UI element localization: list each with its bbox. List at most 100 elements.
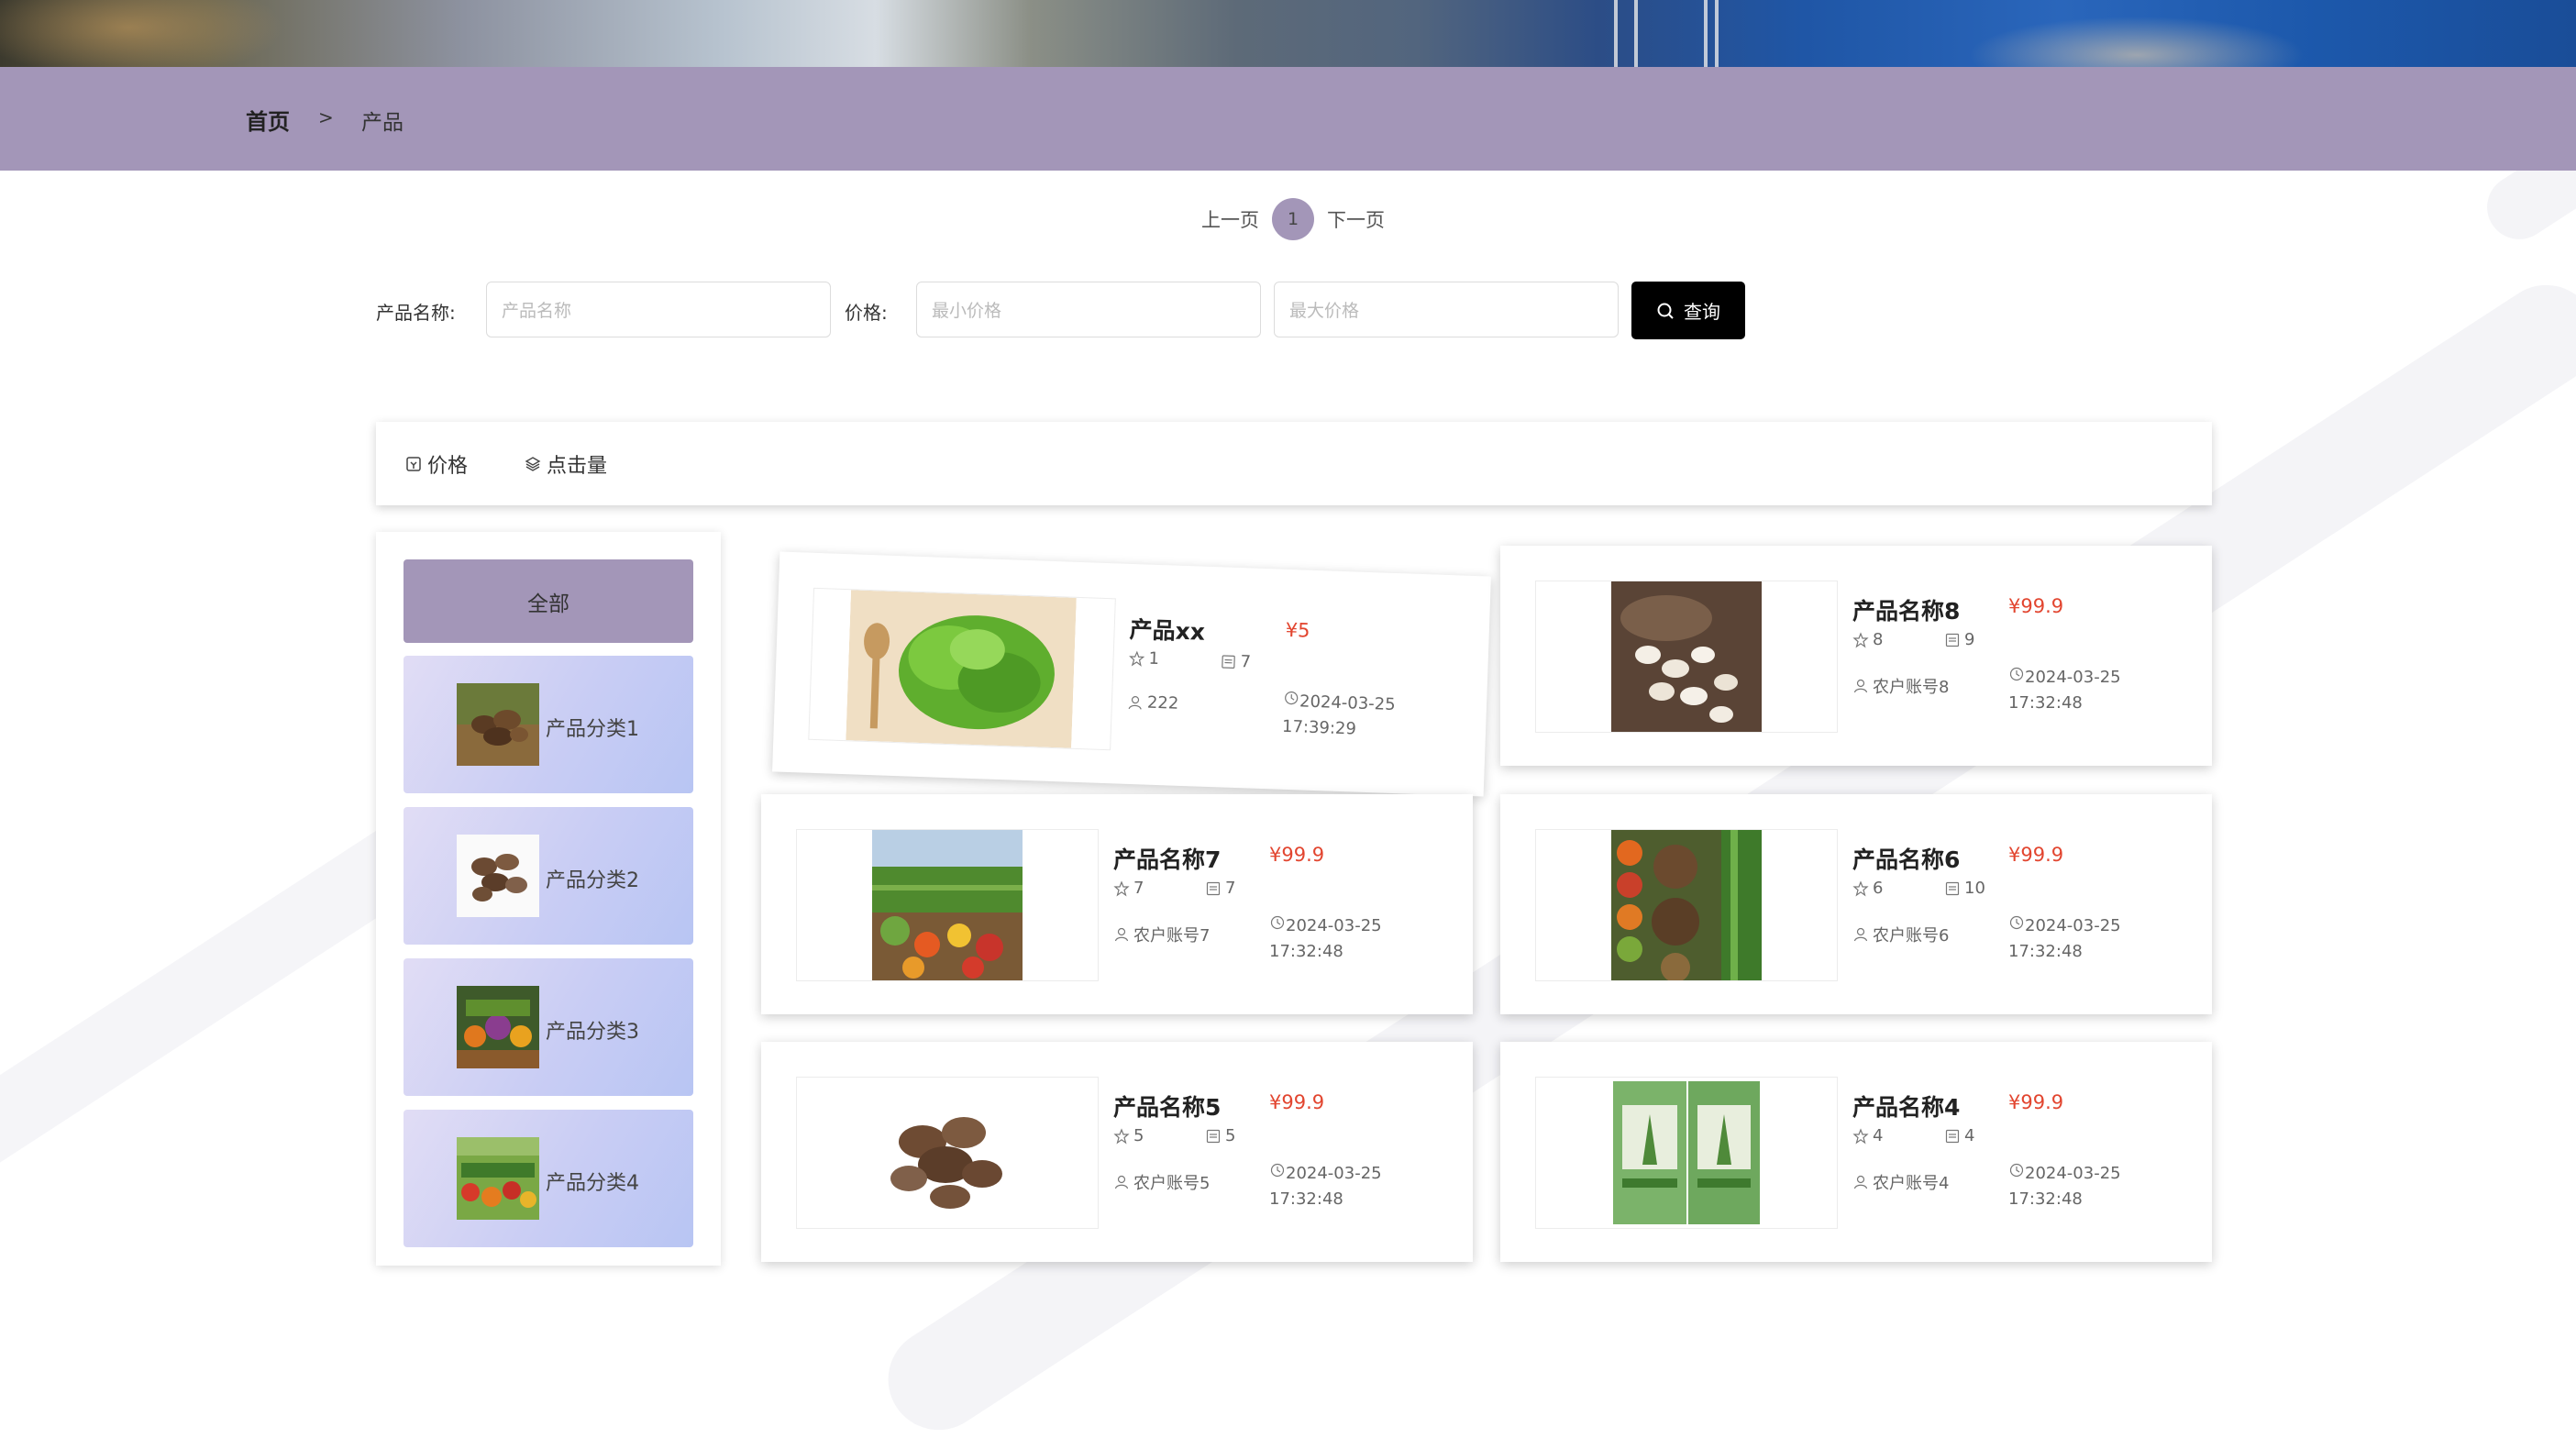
product-owner-value: 农户账号6 (1873, 923, 1949, 946)
product-image-frame (1535, 1077, 1838, 1229)
product-date: 2024-03-25 (1286, 916, 1382, 935)
star-icon (1113, 880, 1130, 897)
favorite-count-value: 1 (1148, 649, 1159, 669)
favorite-count-value: 5 (1133, 1126, 1144, 1145)
product-card[interactable]: 产品名称5 ¥99.9 5 5 农户账号5 2024-03-25 17:32:4… (761, 1042, 1473, 1262)
product-price: ¥99.9 (1269, 1091, 1324, 1113)
product-price: ¥99.9 (2008, 595, 2063, 617)
product-name: 产品名称5 (1113, 1090, 1221, 1123)
category-item[interactable]: 产品分类4 (404, 1110, 693, 1247)
comment-count-value: 5 (1225, 1126, 1235, 1145)
comment-count-value: 7 (1240, 652, 1251, 671)
lettuce-image (846, 590, 1077, 747)
shiitake-image (872, 1078, 1023, 1228)
sort-by-price[interactable]: 价格 (405, 449, 468, 479)
favorite-count: 8 (1852, 630, 1883, 649)
breadcrumb-home-link[interactable]: 首页 (246, 104, 290, 136)
comment-count: 10 (1944, 879, 1985, 898)
breadcrumb-current: 产品 (361, 105, 404, 136)
product-name: 产品名称7 (1113, 842, 1221, 875)
max-price-placeholder: 最大价格 (1289, 297, 1359, 322)
comment-count: 7 (1205, 879, 1235, 898)
sort-price-label: 价格 (427, 449, 468, 479)
comment-icon (1205, 880, 1222, 897)
vegetable-field-image (872, 830, 1023, 980)
category-item[interactable]: 产品分类3 (404, 958, 693, 1096)
category-all-button[interactable]: 全部 (404, 559, 693, 643)
star-icon (1852, 880, 1869, 897)
produce-baskets-image (1611, 830, 1762, 980)
product-time: 17:32:48 (2008, 693, 2083, 713)
sort-by-clicks[interactable]: 点击量 (525, 449, 607, 479)
comment-icon (1944, 1128, 1961, 1145)
comment-count-value: 10 (1964, 879, 1985, 898)
product-time: 17:39:29 (1282, 717, 1357, 739)
product-date: 2024-03-25 (2025, 916, 2121, 935)
search-icon (1656, 302, 1675, 320)
product-price: ¥99.9 (2008, 1091, 2063, 1113)
product-card[interactable]: 产品名称7 ¥99.9 7 7 农户账号7 2024-03-25 17:32:4… (761, 794, 1473, 1014)
product-time: 17:32:48 (1269, 1189, 1343, 1209)
price-tag-icon (405, 456, 422, 472)
product-owner: 农户账号6 (1852, 923, 1949, 946)
next-page-button[interactable]: 下一页 (1327, 205, 1385, 233)
star-icon (1113, 1128, 1130, 1145)
product-price: ¥99.9 (2008, 844, 2063, 866)
banner-post (1704, 0, 1708, 67)
user-icon (1127, 693, 1144, 711)
product-card[interactable]: 产品xx ¥5 1 7 222 2024-03-25 17:39:29 (772, 552, 1491, 797)
product-image-frame (808, 588, 1116, 750)
product-card[interactable]: 产品名称4 ¥99.9 4 4 农户账号4 2024-03-25 17:32:4… (1500, 1042, 2212, 1262)
product-timestamp: 2024-03-25 17:39:29 (1282, 689, 1396, 744)
comment-count-value: 4 (1964, 1126, 1974, 1145)
user-icon (1113, 1174, 1130, 1190)
favorite-count: 6 (1852, 879, 1883, 898)
favorite-count-value: 8 (1873, 630, 1883, 649)
product-name: 产品名称4 (1852, 1090, 1960, 1123)
product-date: 2024-03-25 (2025, 668, 2121, 687)
favorite-count: 4 (1852, 1126, 1883, 1145)
product-owner: 农户账号4 (1852, 1170, 1949, 1194)
product-price: ¥5 (1285, 619, 1310, 642)
product-timestamp: 2024-03-25 17:32:48 (2008, 665, 2121, 716)
product-timestamp: 2024-03-25 17:32:48 (1269, 1161, 1382, 1212)
product-time: 17:32:48 (1269, 942, 1343, 961)
product-card[interactable]: 产品名称8 ¥99.9 8 9 农户账号8 2024-03-25 17:32:4… (1500, 546, 2212, 766)
product-card[interactable]: 产品名称6 ¥99.9 6 10 农户账号6 2024-03-25 17:32:… (1500, 794, 2212, 1014)
category-item[interactable]: 产品分类1 (404, 656, 693, 793)
comment-count: 4 (1944, 1126, 1974, 1145)
page-number-button[interactable]: 1 (1272, 198, 1314, 240)
banner-post (1715, 0, 1719, 67)
price-label: 价格: (845, 298, 888, 325)
prev-page-button[interactable]: 上一页 (1201, 205, 1259, 233)
product-name-placeholder: 产品名称 (502, 297, 571, 322)
product-timestamp: 2024-03-25 17:32:48 (1269, 913, 1382, 965)
sort-clicks-label: 点击量 (547, 449, 607, 479)
product-name: 产品xx (1129, 612, 1205, 647)
product-image-frame (796, 1077, 1099, 1229)
favorite-count: 1 (1128, 648, 1159, 669)
favorite-count: 5 (1113, 1126, 1144, 1145)
min-price-input[interactable]: 最小价格 (916, 282, 1261, 337)
product-name-label: 产品名称: (376, 298, 456, 325)
category-item[interactable]: 产品分类2 (404, 807, 693, 945)
packaged-product-image (1611, 1078, 1762, 1228)
product-date: 2024-03-25 (1286, 1164, 1382, 1183)
comment-icon (1220, 653, 1237, 670)
favorite-count: 7 (1113, 879, 1144, 898)
category-label: 产品分类4 (546, 1167, 639, 1196)
max-price-input[interactable]: 最大价格 (1274, 282, 1619, 337)
pagination: 上一页 1 下一页 (1201, 198, 1385, 240)
user-icon (1852, 1174, 1869, 1190)
product-image-frame (1535, 829, 1838, 981)
clock-icon (2008, 914, 2025, 931)
product-name-input[interactable]: 产品名称 (486, 282, 831, 337)
clock-icon (1269, 914, 1286, 931)
product-price: ¥99.9 (1269, 844, 1324, 866)
product-image-frame (1535, 581, 1838, 733)
search-button[interactable]: 查询 (1631, 282, 1745, 339)
garlic-image (1611, 581, 1762, 732)
clock-icon (1269, 1162, 1286, 1178)
product-owner-value: 222 (1147, 693, 1179, 713)
product-owner: 农户账号5 (1113, 1170, 1210, 1194)
